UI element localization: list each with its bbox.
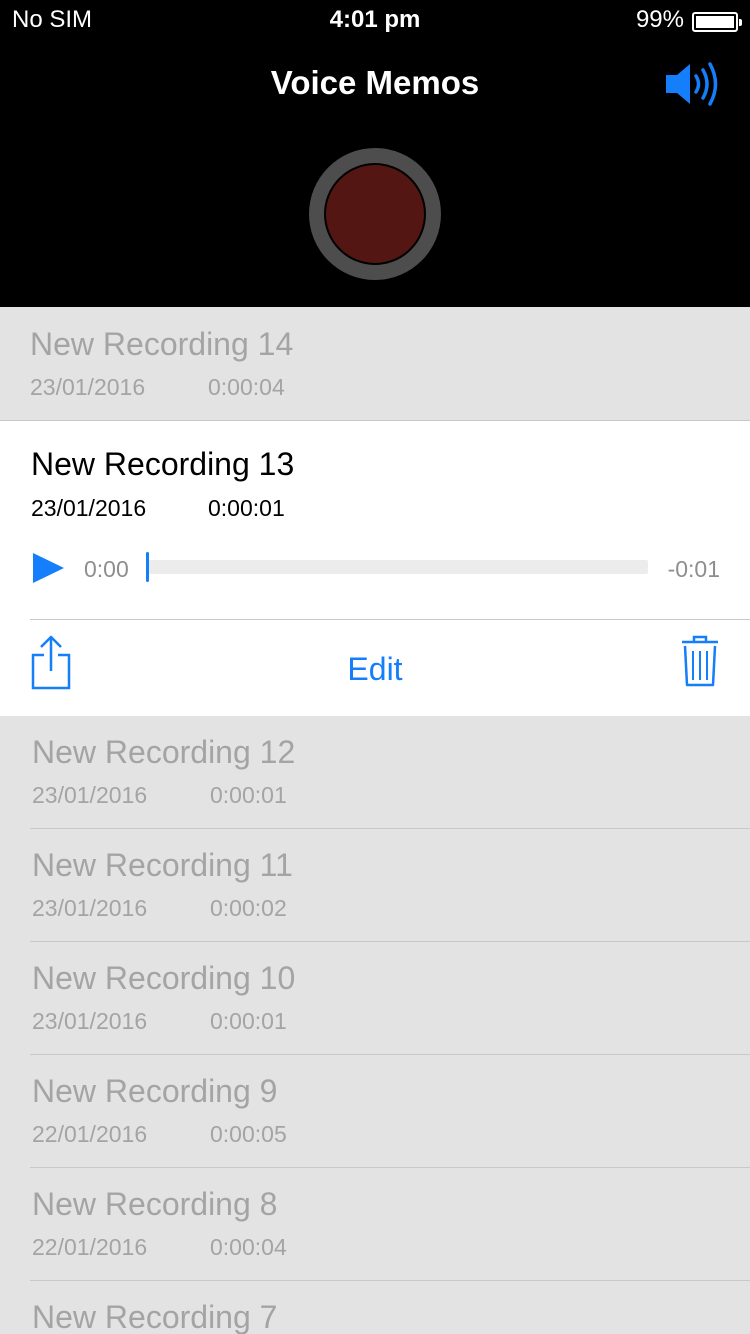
recording-duration: 0:00:02 <box>210 895 287 921</box>
recording-date: 23/01/2016 <box>32 895 148 921</box>
play-icon <box>33 553 64 583</box>
recording-name: New Recording 11 <box>32 847 293 883</box>
recording-duration: 0:00:04 <box>210 1234 287 1260</box>
recording-date: 23/01/2016 <box>32 1008 148 1034</box>
edit-button-wrap: Edit <box>0 651 750 688</box>
recording-name: New Recording 8 <box>32 1186 278 1222</box>
recording-name: New Recording 13 <box>31 446 295 482</box>
recording-name: New Recording 12 <box>32 734 296 770</box>
divider <box>30 619 750 620</box>
elapsed-time: 0:00 <box>84 556 129 582</box>
recording-row[interactable]: New Recording 12 23/01/2016 0:00:01 <box>0 716 750 829</box>
trash-icon <box>682 635 718 687</box>
play-button[interactable] <box>31 551 65 590</box>
recording-duration: 0:00:05 <box>210 1121 287 1147</box>
recording-row[interactable]: New Recording 7 <box>0 1281 750 1334</box>
recording-row-expanded[interactable]: New Recording 13 23/01/2016 0:00:01 0:00… <box>0 420 750 716</box>
recording-row[interactable]: New Recording 8 22/01/2016 0:00:04 <box>0 1168 750 1281</box>
speaker-icon[interactable] <box>664 60 720 113</box>
remaining-time: -0:01 <box>667 556 720 582</box>
battery-percent: 99% <box>635 6 684 33</box>
recording-row[interactable]: New Recording 11 23/01/2016 0:00:02 <box>0 829 750 942</box>
recording-date: 23/01/2016 <box>32 782 148 808</box>
recording-date: 22/01/2016 <box>32 1121 148 1147</box>
recording-name: New Recording 9 <box>32 1073 278 1109</box>
recording-row[interactable]: New Recording 14 23/01/2016 0:00:04 <box>0 307 750 420</box>
recording-duration: 0:00:04 <box>208 374 285 400</box>
playback-scrubber-handle[interactable] <box>146 552 149 582</box>
recording-duration: 0:00:01 <box>210 782 287 808</box>
delete-button[interactable] <box>681 635 719 692</box>
recording-name: New Recording 7 <box>32 1299 278 1334</box>
battery-icon <box>692 12 742 32</box>
recording-date: 23/01/2016 <box>30 374 146 400</box>
header: No SIM 4:01 pm 99% Voice Memos <box>0 0 750 307</box>
recording-duration: 0:00:01 <box>208 495 285 521</box>
record-button[interactable] <box>309 148 441 280</box>
page-title: Voice Memos <box>270 64 480 101</box>
playback-scrubber-track[interactable] <box>146 552 648 582</box>
recording-row[interactable]: New Recording 9 22/01/2016 0:00:05 <box>0 1055 750 1168</box>
recording-duration: 0:00:01 <box>210 1008 287 1034</box>
recording-date: 22/01/2016 <box>32 1234 148 1260</box>
edit-button[interactable]: Edit <box>347 651 402 687</box>
recording-name: New Recording 10 <box>32 960 296 996</box>
recording-date: 23/01/2016 <box>31 495 147 521</box>
record-icon <box>324 163 426 265</box>
recording-row[interactable]: New Recording 10 23/01/2016 0:00:01 <box>0 942 750 1055</box>
recording-name: New Recording 14 <box>30 326 294 362</box>
